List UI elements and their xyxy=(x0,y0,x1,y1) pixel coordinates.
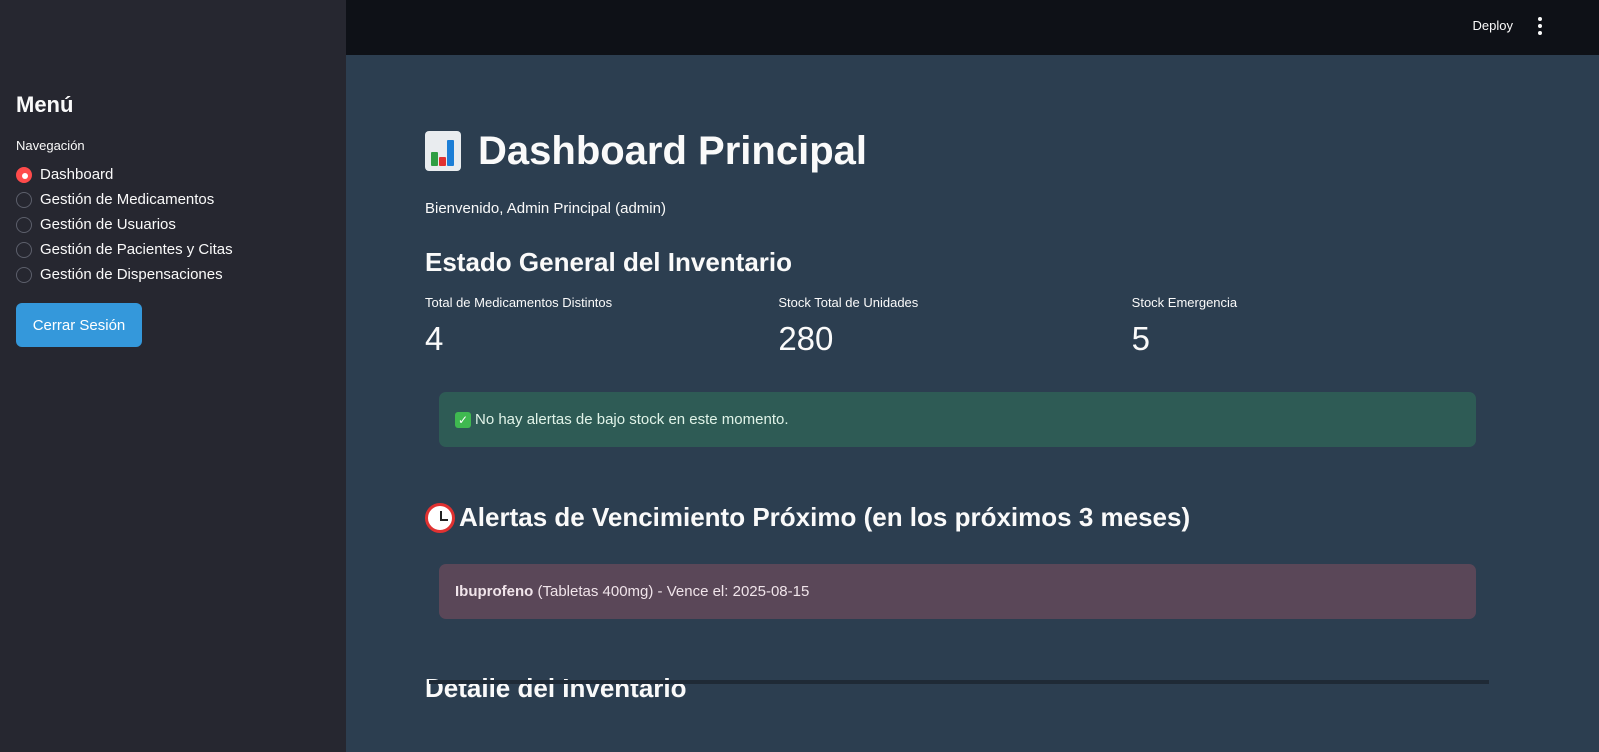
navigation-radio-group: Dashboard Gestión de Medicamentos Gestió… xyxy=(16,162,330,287)
sidebar: Menú Navegación Dashboard Gestión de Med… xyxy=(0,0,346,752)
expiry-alert-box: Ibuprofeno (Tabletas 400mg) - Vence el: … xyxy=(439,564,1476,619)
page-title: Dashboard Principal xyxy=(478,128,867,173)
navigation-label: Navegación xyxy=(16,138,85,153)
expiry-alerts-heading-text: Alertas de Vencimiento Próximo (en los p… xyxy=(459,502,1191,532)
deploy-button[interactable]: Deploy xyxy=(1473,18,1513,33)
radio-unselected-icon xyxy=(16,191,32,208)
welcome-message: Bienvenido, Admin Principal (admin) xyxy=(425,200,666,217)
metric-stock-total: Stock Total de Unidades 280 xyxy=(778,295,1131,358)
inventory-detail-heading: Detalle del Inventario xyxy=(425,673,687,703)
metric-total-medicamentos: Total de Medicamentos Distintos 4 xyxy=(425,295,778,358)
logout-button[interactable]: Cerrar Sesión xyxy=(16,303,142,347)
stock-alert-text: No hay alertas de bajo stock en este mom… xyxy=(475,411,789,428)
metric-label: Stock Total de Unidades xyxy=(778,295,919,310)
nav-item-medicamentos[interactable]: Gestión de Medicamentos xyxy=(16,187,330,212)
expiry-medicine-detail: (Tabletas 400mg) - Vence el: 2025-08-15 xyxy=(533,583,810,600)
radio-selected-icon xyxy=(16,166,32,183)
stock-alert-box: ✓ No hay alertas de bajo stock en este m… xyxy=(439,392,1476,447)
radio-unselected-icon xyxy=(16,216,32,233)
expiry-medicine-name: Ibuprofeno xyxy=(455,583,534,600)
metric-label: Stock Emergencia xyxy=(1131,295,1238,310)
kebab-menu-icon[interactable] xyxy=(1535,17,1545,35)
metric-value: 4 xyxy=(425,320,444,357)
metrics-row: Total de Medicamentos Distintos 4 Stock … xyxy=(425,295,1485,358)
nav-item-label: Dashboard xyxy=(40,166,114,183)
nav-item-label: Gestión de Pacientes y Citas xyxy=(40,241,233,258)
main-content: Dashboard Principal Bienvenido, Admin Pr… xyxy=(425,55,1485,704)
inventory-table-edge xyxy=(429,680,1489,684)
alarm-clock-icon xyxy=(425,502,455,533)
expiry-alerts-heading: Alertas de Vencimiento Próximo (en los p… xyxy=(425,502,1485,533)
metric-stock-emergencia: Stock Emergencia 5 xyxy=(1132,295,1485,358)
nav-item-label: Gestión de Usuarios xyxy=(40,216,176,233)
nav-item-dispensaciones[interactable]: Gestión de Dispensaciones xyxy=(16,262,330,287)
nav-item-label: Gestión de Medicamentos xyxy=(40,191,215,208)
metric-value: 280 xyxy=(778,320,834,357)
nav-item-dashboard[interactable]: Dashboard xyxy=(16,162,330,187)
inventory-status-heading: Estado General del Inventario xyxy=(425,247,792,277)
nav-item-label: Gestión de Dispensaciones xyxy=(40,266,223,283)
sidebar-title: Menú xyxy=(16,92,74,117)
radio-unselected-icon xyxy=(16,266,32,283)
bar-chart-icon xyxy=(425,131,461,171)
page-title-row: Dashboard Principal xyxy=(425,127,1485,175)
radio-unselected-icon xyxy=(16,241,32,258)
nav-item-usuarios[interactable]: Gestión de Usuarios xyxy=(16,212,330,237)
nav-item-pacientes-citas[interactable]: Gestión de Pacientes y Citas xyxy=(16,237,330,262)
top-toolbar: Deploy xyxy=(346,0,1599,55)
metric-value: 5 xyxy=(1131,320,1151,357)
metric-label: Total de Medicamentos Distintos xyxy=(425,295,613,310)
check-mark-icon: ✓ xyxy=(455,411,471,428)
